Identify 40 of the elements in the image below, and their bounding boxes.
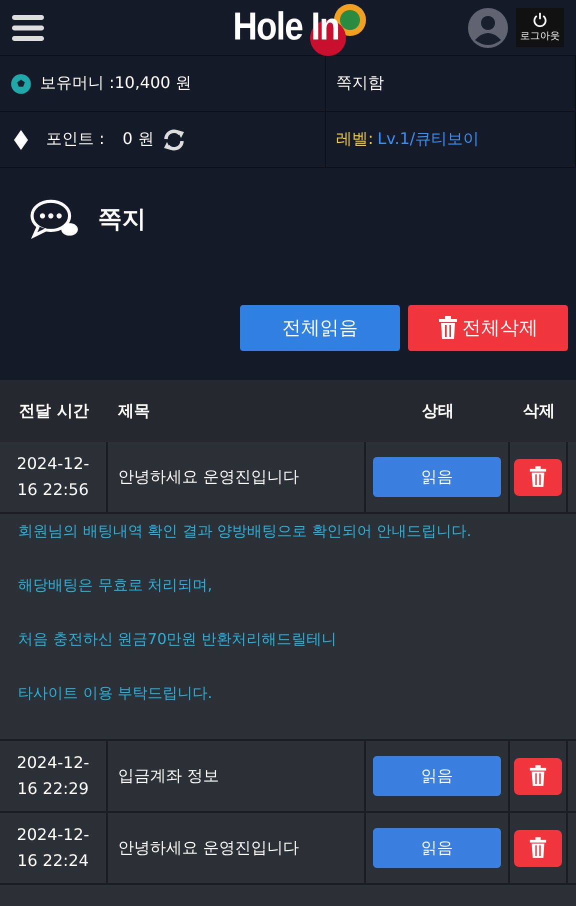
trash-icon	[529, 466, 547, 488]
read-status-button[interactable]: 읽음	[373, 457, 501, 497]
level-label: 레벨:	[336, 129, 374, 150]
table-cell[interactable]: 안녕하세요 운영진입니다	[108, 442, 366, 512]
delete-button[interactable]	[514, 758, 562, 794]
delete-all-button[interactable]: 전체삭제	[408, 305, 568, 351]
refresh-icon[interactable]	[162, 128, 186, 152]
message-line: 해당배팅은 무효로 처리되며,	[18, 575, 214, 596]
table-cell: 2024-12-16 22:29	[0, 741, 108, 811]
message-line: 타사이트 이용 부탁드립니다.	[18, 683, 214, 704]
menu-icon[interactable]	[12, 14, 44, 42]
column-header: 삭제	[522, 400, 556, 422]
column-header: 상태	[421, 400, 455, 422]
column-header: 전달 시간	[18, 400, 90, 422]
message-line: 처음 충전하신 원금70만원 반환처리해드릴테니	[18, 629, 338, 650]
read-status-button[interactable]: 읽음	[373, 828, 501, 868]
message-line: 회원님의 배팅내역 확인 결과 양방배팅으로 확인되어 안내드립니다.	[18, 521, 472, 542]
user-avatar-icon[interactable]	[468, 8, 508, 48]
soccer-ball-icon	[10, 72, 32, 94]
table-cell[interactable]: 입금계좌 정보	[108, 741, 366, 811]
points-label: 포인트 :	[46, 129, 104, 150]
messages-link[interactable]: 쪽지함	[336, 73, 384, 94]
table-cell: 2024-12-16 22:24	[0, 813, 108, 883]
trash-icon	[529, 837, 547, 859]
level-value: Lv.1/큐티보이	[377, 129, 480, 150]
column-header: 제목	[116, 400, 151, 422]
read-all-button[interactable]: 전체읽음	[240, 305, 400, 351]
points-value: 0 원	[122, 129, 154, 150]
chat-bubbles-icon	[30, 198, 80, 240]
power-icon	[532, 12, 548, 28]
trash-icon	[529, 765, 547, 787]
balance-text: 보유머니 :10,400 원	[40, 73, 192, 94]
page-title: 쪽지	[98, 204, 146, 235]
trash-icon	[438, 316, 458, 340]
read-status-button[interactable]: 읽음	[373, 756, 501, 796]
delete-button[interactable]	[514, 458, 562, 496]
table-cell: 2024-12-16 22:56	[0, 442, 108, 512]
delete-button[interactable]	[514, 830, 562, 866]
logout-button[interactable]: 로그아웃	[516, 8, 564, 47]
table-cell[interactable]: 안녕하세요 운영진입니다	[108, 813, 366, 883]
